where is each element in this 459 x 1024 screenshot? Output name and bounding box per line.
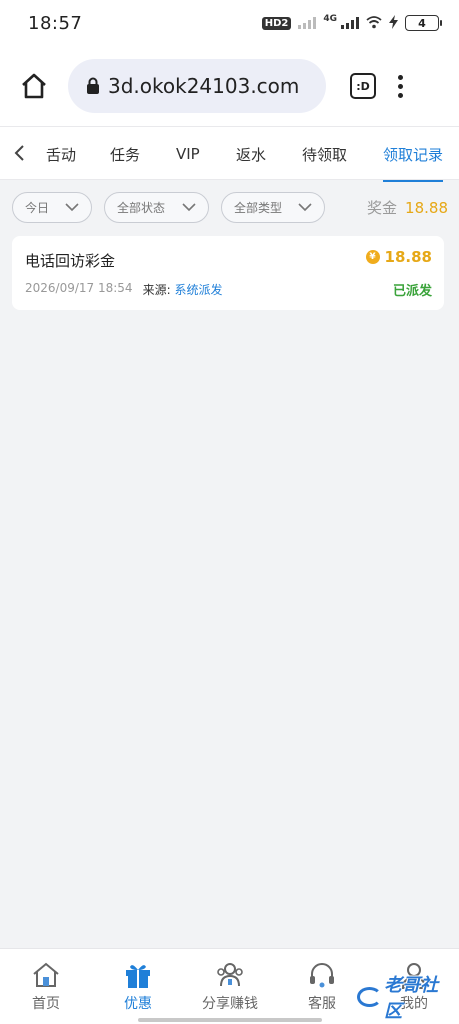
home-indicator[interactable] <box>138 1018 322 1022</box>
battery-icon: 4 <box>405 15 442 31</box>
lock-icon <box>87 77 99 94</box>
status-icons: HD2 4G 4 <box>261 13 442 33</box>
record-datetime: 2026/09/17 18:54 <box>25 281 133 295</box>
browser-toolbar: 3d.okok24103.com :D <box>0 46 459 126</box>
bottom-nav-label: 分享赚钱 <box>202 996 258 1012</box>
watermark-logo: 老哥社区 <box>357 975 453 1022</box>
tab-vip[interactable]: VIP <box>176 127 200 181</box>
bottom-nav-label: 首页 <box>32 996 60 1012</box>
filter-bar: 今日 全部状态 全部类型 奖金 18.88 <box>12 192 448 224</box>
gift-icon <box>126 965 150 988</box>
network-label: 4G <box>323 13 337 24</box>
type-filter-select[interactable]: 全部类型 <box>221 192 325 223</box>
share-people-icon <box>217 963 243 987</box>
bottom-nav-promo[interactable]: 优惠 <box>92 961 184 1013</box>
tab-rebate[interactable]: 返水 <box>236 127 266 181</box>
hd-badge: HD2 <box>261 16 292 30</box>
date-filter-select[interactable]: 今日 <box>12 192 92 223</box>
bottom-nav-label: 优惠 <box>124 996 152 1012</box>
tab-pending[interactable]: 待领取 <box>302 127 347 181</box>
record-card[interactable]: 电话回访彩金 ¥ 18.88 2026/09/17 18:54 来源: 系统派发… <box>12 236 444 310</box>
tab-claim-records[interactable]: 领取记录 <box>383 127 444 182</box>
signal-icon-2 <box>341 17 359 29</box>
record-title: 电话回访彩金 <box>25 252 116 270</box>
promo-tab-nav: 舌动 任务 VIP 返水 待领取 领取记录 <box>0 126 459 182</box>
tab-tasks[interactable]: 任务 <box>110 127 140 181</box>
browser-menu-button[interactable] <box>398 74 403 98</box>
bonus-total: 奖金 18.88 <box>367 192 448 223</box>
bonus-value: 18.88 <box>405 198 448 217</box>
type-filter-label: 全部类型 <box>234 201 283 215</box>
chevron-down-icon <box>298 203 312 212</box>
home-icon <box>22 73 46 99</box>
record-amount: ¥ 18.88 <box>365 248 432 266</box>
bottom-nav-support[interactable]: 客服 <box>276 961 368 1013</box>
record-source-label: 来源: <box>142 283 171 297</box>
menu-dot <box>398 74 403 80</box>
coin-icon: ¥ <box>365 250 380 264</box>
browser-home-button[interactable] <box>14 66 54 106</box>
signal-icon-1 <box>298 17 317 29</box>
status-bar: 18:57 HD2 4G 4 <box>0 0 459 46</box>
watermark-text: 老哥社区 <box>384 975 439 1022</box>
home-icon <box>33 962 59 987</box>
bottom-nav-share[interactable]: 分享赚钱 <box>184 961 276 1013</box>
watermark-swirl-icon <box>357 987 383 1007</box>
record-meta: 2026/09/17 18:54 来源: 系统派发 <box>25 281 222 298</box>
url-text: 3d.okok24103.com <box>108 74 300 98</box>
status-time: 18:57 <box>28 12 83 34</box>
bottom-nav-label: 客服 <box>308 996 336 1012</box>
menu-dot <box>398 92 403 98</box>
wifi-icon <box>366 14 382 33</box>
url-bar[interactable]: 3d.okok24103.com <box>68 59 326 113</box>
status-filter-label: 全部状态 <box>117 201 166 215</box>
bottom-nav-home[interactable]: 首页 <box>0 961 92 1013</box>
record-source-value: 系统派发 <box>174 283 223 297</box>
bonus-label: 奖金 <box>367 199 398 217</box>
tab-switcher-button[interactable]: :D <box>350 73 376 99</box>
chevron-down-icon <box>65 203 79 212</box>
menu-dot <box>398 83 403 89</box>
chevron-down-icon <box>182 203 196 212</box>
headset-icon <box>310 963 334 988</box>
back-button[interactable] <box>0 126 40 180</box>
status-filter-select[interactable]: 全部状态 <box>104 192 209 223</box>
record-amount-value: 18.88 <box>384 248 432 266</box>
record-status-badge: 已派发 <box>392 284 432 299</box>
charging-icon <box>389 14 398 33</box>
tab-activity[interactable]: 舌动 <box>46 127 76 181</box>
date-filter-label: 今日 <box>25 201 50 215</box>
chevron-left-icon <box>14 145 24 161</box>
